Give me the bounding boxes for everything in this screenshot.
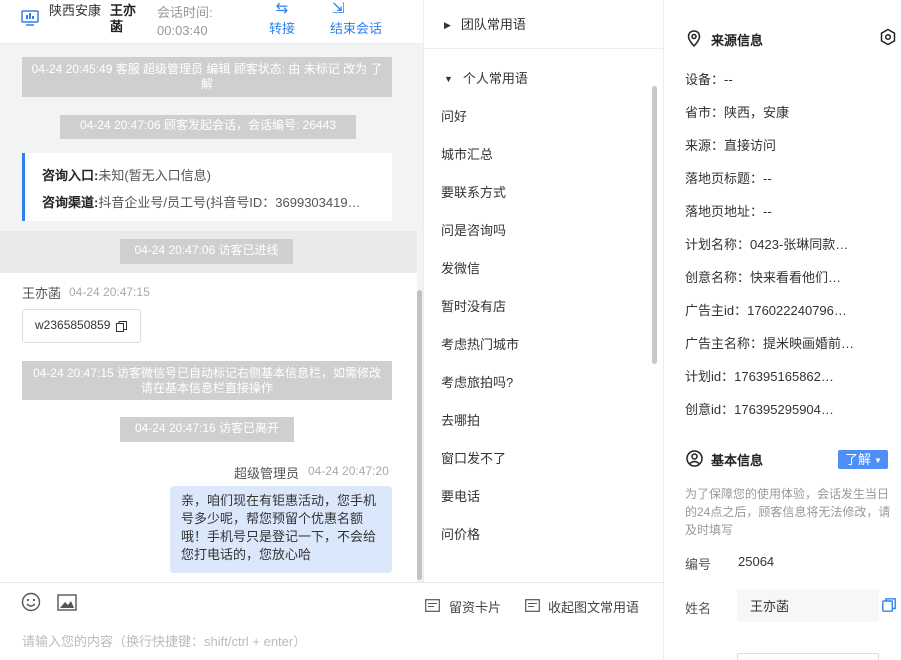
system-message: 04-24 20:47:06 顾客发起会话，会话编号: 26443 <box>60 115 356 139</box>
caret-down-icon: ▼ <box>444 74 453 84</box>
source-info-title: 来源信息 <box>686 30 763 49</box>
phrase-item[interactable]: 城市汇总 <box>441 144 493 163</box>
phrases-icon <box>525 599 540 612</box>
phrase-item[interactable]: 要电话 <box>441 486 480 505</box>
chat-scrollbar[interactable] <box>417 290 422 580</box>
message-input[interactable]: 请输入您的内容（换行快捷键：shift/ctrl + enter） <box>22 631 306 650</box>
phrase-item[interactable]: 要联系方式 <box>441 182 506 201</box>
system-message: 04-24 20:47:06 访客已进线 <box>120 239 293 264</box>
phrase-item[interactable]: 考虑旅拍吗? <box>441 372 513 391</box>
source-row: 广告主id：176022240796… <box>685 303 847 318</box>
transfer-label: 转接 <box>268 21 295 36</box>
source-row: 设备：-- <box>685 72 733 87</box>
phrases-scrollbar[interactable] <box>652 86 657 364</box>
phrase-item[interactable]: 发微信 <box>441 258 480 277</box>
team-phrases-label: 团队常用语 <box>460 17 526 32</box>
entry-label: 咨询入口: <box>42 168 99 183</box>
basic-info-title: 基本信息 <box>686 450 763 469</box>
chat-panel: 陕西安康 王亦菡 会话时间: 00:03:40 ⇆ 转接 ⇲ 结束会话 04-2… <box>0 0 423 660</box>
agent-msg-name: 超级管理员 <box>234 466 300 481</box>
next-field[interactable] <box>737 653 879 660</box>
personal-phrases-label: 个人常用语 <box>462 71 528 86</box>
system-message: 04-24 20:45:49 客服 超级管理员 编辑 顾客状态: 由 未标记 改… <box>22 57 392 97</box>
source-row: 落地页地址：-- <box>685 204 772 219</box>
fold-phrases-button[interactable]: 收起图文常用语 <box>525 597 639 616</box>
end-session-label: 结束会话 <box>330 21 383 36</box>
phrase-item[interactable]: 暂时没有店 <box>441 296 506 315</box>
entry-row: 咨询入口:未知(暂无入口信息) <box>42 162 387 189</box>
visitor-message-text: w2365850859 <box>35 318 111 332</box>
exit-icon: ⇲ <box>332 0 345 17</box>
location-pin-icon <box>687 30 701 47</box>
chat-header: 陕西安康 王亦菡 会话时间: 00:03:40 ⇆ 转接 ⇲ 结束会话 <box>0 0 423 44</box>
id-value: 25064 <box>738 554 775 569</box>
agent-msg-time: 04-24 20:47:20 <box>308 464 389 478</box>
caret-right-icon: ▶ <box>444 20 451 30</box>
personal-phrases-group[interactable]: ▼ 个人常用语 <box>444 68 528 87</box>
source-row: 来源：直接访问 <box>685 138 777 153</box>
source-row: 落地页标题：-- <box>685 171 772 186</box>
source-row: 计划id：176395165862… <box>685 369 834 384</box>
team-phrases-group[interactable]: ▶ 团队常用语 <box>444 14 526 33</box>
phrase-item[interactable]: 窗口发不了 <box>441 448 506 467</box>
transfer-icon: ⇆ <box>275 0 289 17</box>
entry-info-card: 咨询入口:未知(暂无入口信息) 咨询渠道:抖音企业号/员工号(抖音号ID：369… <box>22 153 392 221</box>
phrase-item[interactable]: 问价格 <box>441 524 480 543</box>
monitor-icon <box>21 10 39 26</box>
card-icon <box>425 599 440 612</box>
composer: 留资卡片 收起图文常用语 请输入您的内容（换行快捷键：shift/ctrl + … <box>0 582 663 660</box>
phrase-item[interactable]: 问是咨询吗 <box>441 220 506 239</box>
entry-value: 未知(暂无入口信息) <box>98 168 212 183</box>
customer-status-dropdown[interactable]: 了解 ▼ <box>838 450 888 469</box>
transfer-button[interactable]: ⇆ 转接 <box>262 0 302 44</box>
id-label: 编号 <box>685 557 712 572</box>
image-icon[interactable] <box>57 594 77 611</box>
message-list[interactable]: 04-24 20:45:49 客服 超级管理员 编辑 顾客状态: 由 未标记 改… <box>0 44 423 582</box>
system-message: 04-24 20:47:15 访客微信号已自动标记右侧基本信息栏，如需修改请在基… <box>22 361 392 400</box>
agent-message-bubble: 亲，咱们现在有钜惠活动，您手机号多少呢，帮您预留个优惠名额哦！手机号只是登记一下… <box>170 486 392 573</box>
caret-down-icon: ▼ <box>874 456 882 465</box>
divider <box>424 48 663 49</box>
visitor-message-bubble[interactable]: w2365850859 <box>22 309 141 343</box>
user-circle-icon <box>686 450 703 467</box>
phrase-item[interactable]: 去哪拍 <box>441 410 480 429</box>
settings-icon[interactable] <box>879 28 897 46</box>
visitor-msg-name: 王亦菡 <box>22 286 62 301</box>
end-session-button[interactable]: ⇲ 结束会话 <box>330 0 392 44</box>
name-label: 姓名 <box>685 601 712 616</box>
phrases-panel: ▶ 团队常用语 ▼ 个人常用语 问好 城市汇总 要联系方式 问是咨询吗 发微信 暂时… <box>423 0 663 582</box>
session-time-label: 会话时间: <box>157 5 213 20</box>
source-row: 创意id：176395295904… <box>685 402 834 417</box>
lead-card-label: 留资卡片 <box>449 600 502 615</box>
source-row: 计划名称：0423-张琳同款… <box>685 237 849 252</box>
source-row: 创意名称：快来看看他们… <box>685 270 842 285</box>
system-message: 04-24 20:47:16 访客已离开 <box>120 417 294 442</box>
fold-phrases-label: 收起图文常用语 <box>548 600 640 615</box>
phrase-item[interactable]: 考虑热门城市 <box>441 334 519 353</box>
source-row: 省市：陕西，安康 <box>685 105 790 120</box>
phrase-item[interactable]: 问好 <box>441 106 467 125</box>
session-time: 00:03:40 <box>157 23 208 38</box>
channel-row: 咨询渠道:抖音企业号/员工号(抖音号ID：3699303419… <box>42 189 387 216</box>
channel-label: 咨询渠道: <box>42 195 99 210</box>
copy-icon[interactable] <box>882 598 896 612</box>
basic-info-label: 基本信息 <box>711 453 764 468</box>
emoji-icon[interactable] <box>21 592 41 612</box>
visitor-name: 王亦菡 <box>110 3 137 34</box>
source-row: 广告主名称：提米映画婚前… <box>685 336 855 351</box>
name-field[interactable] <box>737 589 879 622</box>
visitor-location: 陕西安康 <box>49 3 102 18</box>
visitor-msg-time: 04-24 20:47:15 <box>69 285 150 299</box>
copy-icon[interactable] <box>116 321 127 332</box>
info-panel: 来源信息 设备：-- 省市：陕西，安康 来源：直接访问 落地页标题：-- 落地页… <box>663 0 901 660</box>
lead-card-button[interactable]: 留资卡片 <box>425 597 501 616</box>
source-info-label: 来源信息 <box>711 33 764 48</box>
customer-status-value: 了解 <box>845 452 872 467</box>
edit-notice: 为了保障您的使用体验，会话发生当日的24点之后，顾客信息将无法修改，请及时填写 <box>685 487 891 537</box>
channel-value: 抖音企业号/员工号(抖音号ID：3699303419… <box>98 195 361 210</box>
